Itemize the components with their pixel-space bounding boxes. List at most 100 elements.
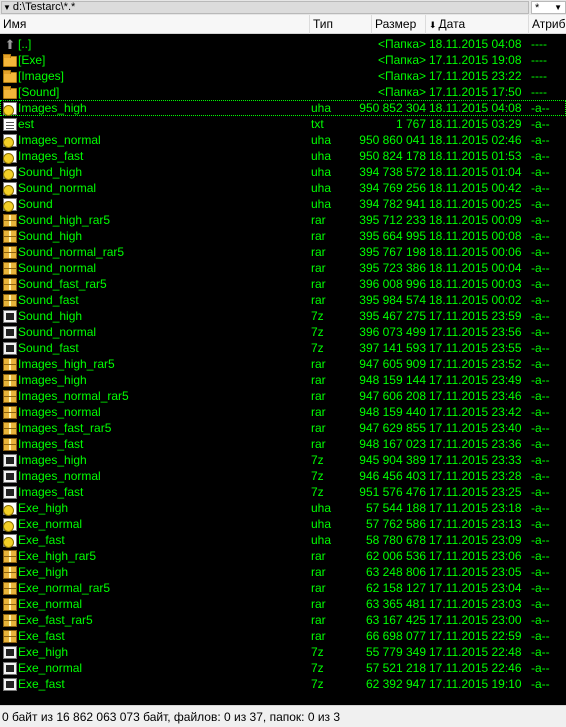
- file-row[interactable]: Exe_high uha 57 544 188 17.11.2015 23:18 -a-…: [0, 500, 566, 516]
- file-row[interactable]: Images_high_rar5 rar 947 605 909 17.11.2015…: [0, 356, 566, 372]
- file-row[interactable]: Sound_high_rar5 rar 395 712 233 18.11.2015 …: [0, 212, 566, 228]
- file-row[interactable]: Sound_high rar 395 664 995 18.11.2015 00:08…: [0, 228, 566, 244]
- file-row[interactable]: [Sound] <Папка> 17.11.2015 17:50 ----: [0, 84, 566, 100]
- folder-icon: [2, 52, 18, 68]
- file-date: 17.11.2015 23:33: [429, 453, 522, 467]
- file-size: 396 073 499: [359, 325, 426, 339]
- file-size: 62 158 127: [365, 581, 426, 595]
- filter-combo[interactable]: * ▼: [531, 1, 566, 14]
- file-date: 18.11.2015 01:53: [429, 149, 522, 163]
- file-row[interactable]: Sound_fast 7z 397 141 593 17.11.2015 23:55-…: [0, 340, 566, 356]
- file-row[interactable]: Sound_normal rar 395 723 386 18.11.2015 00:…: [0, 260, 566, 276]
- file-row[interactable]: Exe_fast 7z 62 392 947 17.11.2015 19:10 -a--: [0, 676, 566, 692]
- uha-file-icon: [2, 132, 18, 148]
- file-name: Sound_fast_rar5: [18, 277, 107, 291]
- 7z-file-icon: [2, 484, 18, 500]
- file-row[interactable]: Images_high 7z 945 904 389 17.11.2015 23:33…: [0, 452, 566, 468]
- uha-file-icon: [2, 532, 18, 548]
- column-name[interactable]: Имя: [0, 15, 310, 34]
- file-attr: -a--: [531, 133, 550, 147]
- uha-file-icon: [2, 164, 18, 180]
- file-date: 18.11.2015 00:03: [429, 277, 522, 291]
- file-row[interactable]: Images_high rar 948 159 144 17.11.2015 23:4…: [0, 372, 566, 388]
- file-size: 394 782 941: [359, 197, 426, 211]
- file-attr: -a--: [531, 309, 550, 323]
- file-row[interactable]: Images_fast 7z 951 576 476 17.11.2015 23:25…: [0, 484, 566, 500]
- file-attr: -a--: [531, 485, 550, 499]
- file-name: Sound_normal: [18, 261, 97, 275]
- path-dropdown-icon[interactable]: ▼: [3, 3, 11, 12]
- file-row[interactable]: Images_fast_rar5 rar 947 629 855 17.11.2015…: [0, 420, 566, 436]
- file-name: Images_normal: [18, 133, 101, 147]
- column-type[interactable]: Тип: [310, 15, 372, 34]
- file-row[interactable]: [Exe] <Папка> 17.11.2015 19:08 ----: [0, 52, 566, 68]
- file-row[interactable]: Exe_fast_rar5 rar 63 167 425 17.11.2015 23:…: [0, 612, 566, 628]
- file-name: Exe_high: [18, 501, 69, 515]
- file-row[interactable]: Exe_normal uha 57 762 586 17.11.2015 23:13-…: [0, 516, 566, 532]
- file-size: 396 008 996: [359, 277, 426, 291]
- file-row[interactable]: Sound uha 394 782 941 18.11.2015 00:25 -a--: [0, 196, 566, 212]
- file-row[interactable]: est txt 1 767 18.11.2015 03:29 -a--: [0, 116, 566, 132]
- file-size: 66 698 077: [365, 629, 426, 643]
- file-size: 1 767: [395, 117, 426, 131]
- file-row[interactable]: ⬆ [..] <Папка> 18.11.2015 04:08 ----: [0, 36, 566, 52]
- file-row[interactable]: Sound_fast rar 395 984 574 18.11.2015 00:02…: [0, 292, 566, 308]
- file-attr: -a--: [531, 597, 550, 611]
- file-row[interactable]: Images_normal_rar5 rar 947 606 208 17.11.20…: [0, 388, 566, 404]
- file-row[interactable]: Sound_normal 7z 396 073 499 17.11.2015 23:5…: [0, 324, 566, 340]
- file-attr: -a--: [531, 453, 550, 467]
- file-row[interactable]: [Images] <Папка> 17.11.2015 23:22 ----: [0, 68, 566, 84]
- file-attr: -a--: [531, 533, 550, 547]
- file-size: 395 712 233: [359, 213, 426, 227]
- file-date: 17.11.2015 23:59: [429, 309, 522, 323]
- file-date: 17.11.2015 23:49: [429, 373, 522, 387]
- file-row[interactable]: Exe_normal_rar5 rar 62 158 127 17.11.2015 2…: [0, 580, 566, 596]
- file-row[interactable]: Exe_fast rar 66 698 077 17.11.2015 22:59 -a-…: [0, 628, 566, 644]
- file-name: [Images]: [18, 69, 65, 83]
- file-date: 17.11.2015 23:03: [429, 597, 522, 611]
- file-name: Exe_high: [18, 565, 69, 579]
- file-attr: -a--: [531, 341, 550, 355]
- file-size: 394 769 256: [359, 181, 426, 195]
- file-row[interactable]: Sound_normal_rar5 rar 395 767 198 18.11.201…: [0, 244, 566, 260]
- file-row[interactable]: Sound_normal uha 394 769 256 18.11.2015 00:…: [0, 180, 566, 196]
- file-row[interactable]: Images_normal 7z 946 456 403 17.11.2015 23:…: [0, 468, 566, 484]
- file-date: 17.11.2015 23:05: [429, 565, 522, 579]
- file-attr: -a--: [531, 373, 550, 387]
- file-row[interactable]: Images_normal rar 948 159 440 17.11.2015 23…: [0, 404, 566, 420]
- column-date[interactable]: ⬇ Дата: [426, 15, 529, 34]
- chevron-down-icon[interactable]: ▼: [554, 3, 562, 12]
- file-row[interactable]: Sound_high uha 394 738 572 18.11.2015 01:04…: [0, 164, 566, 180]
- file-attr: ----: [531, 85, 547, 99]
- file-list[interactable]: ⬆ [..] <Папка> 18.11.2015 04:08 ---- [Exe] <Па…: [0, 34, 566, 705]
- file-row[interactable]: Sound_high 7z 395 467 275 17.11.2015 23:59-…: [0, 308, 566, 324]
- file-attr: -a--: [531, 261, 550, 275]
- file-row[interactable]: Images_normal uha 950 860 041 18.11.2015 02…: [0, 132, 566, 148]
- current-path[interactable]: ▼ d:\Testarc\*.*: [1, 1, 529, 14]
- file-row[interactable]: Exe_normal 7z 57 521 218 17.11.2015 22:46 -a…: [0, 660, 566, 676]
- file-name: Sound_high_rar5: [18, 213, 111, 227]
- file-row[interactable]: Exe_high_rar5 rar 62 006 536 17.11.2015 23:…: [0, 548, 566, 564]
- file-row[interactable]: Images_fast uha 950 824 178 18.11.2015 01:5…: [0, 148, 566, 164]
- file-row[interactable]: Images_fast rar 948 167 023 17.11.2015 23:3…: [0, 436, 566, 452]
- file-row[interactable]: Exe_high 7z 55 779 349 17.11.2015 22:48 -a--: [0, 644, 566, 660]
- file-size: <Папка>: [378, 69, 426, 83]
- file-row[interactable]: Exe_high rar 63 248 806 17.11.2015 23:05 -a-…: [0, 564, 566, 580]
- file-date: 17.11.2015 22:59: [429, 629, 522, 643]
- rar-file-icon: [2, 564, 18, 580]
- file-size: 950 860 041: [359, 133, 426, 147]
- file-date: 17.11.2015 23:13: [429, 517, 522, 531]
- file-attr: -a--: [531, 149, 550, 163]
- file-row[interactable]: Exe_fast uha 58 780 678 17.11.2015 23:09 -a-…: [0, 532, 566, 548]
- 7z-file-icon: [2, 644, 18, 660]
- file-row[interactable]: Images_high uha 950 852 304 18.11.2015 04:0…: [0, 100, 566, 116]
- text-file-icon: [2, 116, 18, 132]
- column-size[interactable]: Размер: [372, 15, 426, 34]
- column-attr[interactable]: Атриб: [529, 15, 566, 34]
- file-row[interactable]: Sound_fast_rar5 rar 396 008 996 18.11.2015 …: [0, 276, 566, 292]
- file-row[interactable]: Exe_normal rar 63 365 481 17.11.2015 23:03-…: [0, 596, 566, 612]
- file-name: Exe_fast_rar5: [18, 613, 93, 627]
- file-date: 18.11.2015 04:08: [429, 101, 522, 115]
- file-name: [Sound]: [18, 85, 60, 99]
- file-date: 17.11.2015 23:42: [429, 405, 522, 419]
